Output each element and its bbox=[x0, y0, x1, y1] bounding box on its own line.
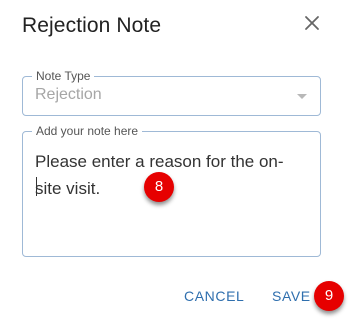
save-button[interactable]: SAVE bbox=[272, 288, 311, 304]
dialog-title: Rejection Note bbox=[22, 14, 162, 37]
step-badge-9: 9 bbox=[314, 281, 344, 311]
cancel-button[interactable]: CANCEL bbox=[184, 288, 244, 304]
note-label: Add your note here bbox=[32, 124, 143, 138]
chevron-down-icon[interactable] bbox=[297, 94, 307, 99]
note-type-select[interactable]: Note Type Rejection bbox=[22, 69, 321, 116]
step-badge-8: 8 bbox=[144, 172, 174, 202]
text-cursor bbox=[36, 177, 37, 196]
rejection-note-dialog: Rejection Note Note Type Rejection Add y… bbox=[0, 0, 359, 323]
note-type-label: Note Type bbox=[32, 69, 95, 83]
note-type-value: Rejection bbox=[35, 86, 102, 103]
close-icon bbox=[299, 10, 325, 36]
close-button[interactable] bbox=[299, 10, 325, 36]
